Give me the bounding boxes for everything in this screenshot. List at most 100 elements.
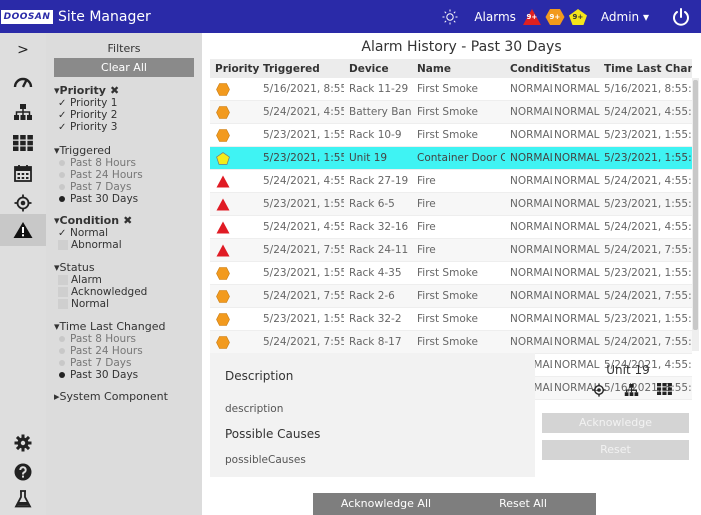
condition-cell: NORMAL <box>510 106 552 118</box>
alarms-label[interactable]: Alarms <box>474 10 516 24</box>
triggered-7d-option[interactable]: Past 7 Days <box>54 181 199 193</box>
help-nav[interactable] <box>0 457 46 487</box>
reset-button[interactable]: Reset <box>542 440 689 460</box>
table-row[interactable]: 5/23/2021, 1:55:40... Rack 4-35 First Smok… <box>210 262 692 285</box>
triggered-cell: 5/24/2021, 7:55:4... <box>263 336 344 348</box>
system-component-filter-header[interactable]: ▸ System Component <box>54 390 199 403</box>
status-cell: NORMAL <box>554 290 600 302</box>
location-icon <box>14 194 32 212</box>
condition-filter-header[interactable]: ▾ Condition ✖ <box>54 214 199 227</box>
table-row[interactable]: 5/24/2021, 4:55:4... Battery Bank... First… <box>210 101 692 124</box>
table-row[interactable]: 5/23/2021, 1:55:40... Rack 10-9 First Smok… <box>210 124 692 147</box>
radio-icon <box>59 172 65 178</box>
description-label: Description <box>225 369 294 383</box>
table-row[interactable]: 5/24/2021, 4:55:4... Rack 27-19 Fire NORMAL… <box>210 170 692 193</box>
triggered-cell: 5/23/2021, 1:55:40... <box>263 198 344 210</box>
time-last-changed-cell: 5/23/2021, 1:55:40 <box>604 198 692 210</box>
grid-nav[interactable] <box>0 128 46 158</box>
status-normal-option[interactable]: Normal <box>54 298 199 310</box>
time-last-changed-cell: 5/24/2021, 4:55:40 <box>604 175 692 187</box>
table-row[interactable]: 5/23/2021, 1:55:40... Rack 32-2 First Smok… <box>210 308 692 331</box>
status-alarm-option[interactable]: Alarm <box>54 274 199 286</box>
triggered-8h-option[interactable]: Past 8 Hours <box>54 157 199 169</box>
tlc-30d-option[interactable]: Past 30 Days <box>54 369 199 381</box>
acknowledge-button[interactable]: Acknowledge <box>542 413 689 433</box>
time-last-changed-filter-header[interactable]: ▾ Time Last Changed <box>54 320 199 333</box>
table-row[interactable]: 5/23/2021, 1:55:40... Rack 6-5 Fire NORMALN… <box>210 193 692 216</box>
condition-abnormal-option[interactable]: Abnormal <box>54 239 199 251</box>
acknowledge-all-button[interactable]: Acknowledge All <box>313 493 459 515</box>
device-hierarchy-icon[interactable] <box>624 383 639 397</box>
alarm-badge-critical[interactable]: 9+ <box>522 8 542 26</box>
clear-all-button[interactable]: Clear All <box>54 58 194 77</box>
expand-nav-button[interactable]: > <box>0 35 46 65</box>
table-scrollbar[interactable] <box>692 78 699 351</box>
radio-icon <box>59 348 65 354</box>
alarms-nav[interactable] <box>0 214 46 246</box>
priority-orange-hexagon-icon <box>216 335 230 349</box>
checkmark-icon: ✓ <box>58 97 67 109</box>
theme-sun-icon[interactable] <box>442 9 458 25</box>
lab-nav[interactable] <box>0 484 46 514</box>
status-cell: NORMAL <box>554 152 600 164</box>
time-last-changed-cell: 5/24/2021, 7:55:40 <box>604 244 692 256</box>
status-cell: NORMAL <box>554 106 600 118</box>
option-label: Past 24 Hours <box>70 345 143 357</box>
option-label: Normal <box>70 227 108 239</box>
time-last-changed-filter: ▾ Time Last Changed Past 8 Hours Past 24 … <box>54 320 199 381</box>
column-header-condition[interactable]: Condition <box>505 63 552 75</box>
column-header-status[interactable]: Status <box>552 63 602 75</box>
alarm-badge-minor[interactable]: 9+ <box>568 8 588 26</box>
column-header-time-last-changed[interactable]: Time Last Changed <box>602 63 692 75</box>
table-title: Alarm History - Past 30 Days <box>361 39 562 55</box>
locate-device-icon[interactable] <box>592 383 606 397</box>
priority-2-option[interactable]: ✓ Priority 2 <box>54 109 199 121</box>
condition-filter-label: Condition <box>59 214 120 227</box>
triggered-24h-option[interactable]: Past 24 Hours <box>54 169 199 181</box>
power-icon[interactable] <box>671 7 691 27</box>
dashboard-nav[interactable] <box>0 66 46 96</box>
settings-nav[interactable] <box>0 428 46 458</box>
column-header-name[interactable]: Name <box>412 63 505 75</box>
tlc-24h-option[interactable]: Past 24 Hours <box>54 345 199 357</box>
status-cell: NORMAL <box>554 221 600 233</box>
alarm-badge-major[interactable]: 9+ <box>545 8 565 26</box>
table-row[interactable]: 5/16/2021, 8:55:4... Rack 11-29 First Smok… <box>210 78 692 101</box>
table-row[interactable]: 5/24/2021, 4:55:4... Rack 32-16 Fire NORMAL… <box>210 216 692 239</box>
user-menu[interactable]: Admin ▾ <box>601 10 649 24</box>
radio-selected-icon <box>59 196 65 202</box>
hierarchy-nav[interactable] <box>0 97 46 127</box>
condition-normal-option[interactable]: ✓ Normal <box>54 227 199 239</box>
triggered-filter-header[interactable]: ▾ Triggered <box>54 144 199 157</box>
alert-icon <box>13 222 33 238</box>
name-cell: First Smoke <box>417 129 478 141</box>
clear-priority-icon[interactable]: ✖ <box>110 84 119 97</box>
priority-1-option[interactable]: ✓ Priority 1 <box>54 97 199 109</box>
priority-filter-header[interactable]: ▾ Priority ✖ <box>54 84 199 97</box>
column-header-priority[interactable]: Priority <box>210 63 259 75</box>
clear-condition-icon[interactable]: ✖ <box>123 214 132 227</box>
name-cell: First Smoke <box>417 106 478 118</box>
column-header-triggered[interactable]: Triggered <box>258 63 344 75</box>
table-row[interactable]: 5/24/2021, 7:55:4... Rack 8-17 First Smoke… <box>210 331 692 354</box>
reset-all-button[interactable]: Reset All <box>450 493 596 515</box>
device-grid-icon[interactable] <box>657 383 672 395</box>
tlc-7d-option[interactable]: Past 7 Days <box>54 357 199 369</box>
condition-cell: NORMAL <box>510 336 552 348</box>
triggered-30d-option[interactable]: Past 30 Days <box>54 193 199 205</box>
status-filter-header[interactable]: ▾ Status <box>54 261 199 274</box>
table-row[interactable]: 5/24/2021, 7:55:4... Rack 2-6 First Smoke N… <box>210 285 692 308</box>
table-row[interactable]: 5/24/2021, 7:55:4... Rack 24-11 Fire NORMAL… <box>210 239 692 262</box>
triggered-cell: 5/24/2021, 4:55:4... <box>263 106 344 118</box>
triggered-filter-label: Triggered <box>59 144 111 157</box>
column-header-device[interactable]: Device <box>344 63 412 75</box>
tlc-8h-option[interactable]: Past 8 Hours <box>54 333 199 345</box>
table-row[interactable]: 5/23/2021, 1:55:40... Unit 19 Container Do… <box>210 147 692 170</box>
triggered-cell: 5/23/2021, 1:55:40... <box>263 267 344 279</box>
status-acknowledged-option[interactable]: Acknowledged <box>54 286 199 298</box>
priority-red-triangle-icon <box>216 221 230 233</box>
priority-3-option[interactable]: ✓ Priority 3 <box>54 121 199 133</box>
radio-selected-icon <box>59 372 65 378</box>
scrollbar-thumb[interactable] <box>693 80 698 330</box>
calendar-nav[interactable] <box>0 158 46 188</box>
